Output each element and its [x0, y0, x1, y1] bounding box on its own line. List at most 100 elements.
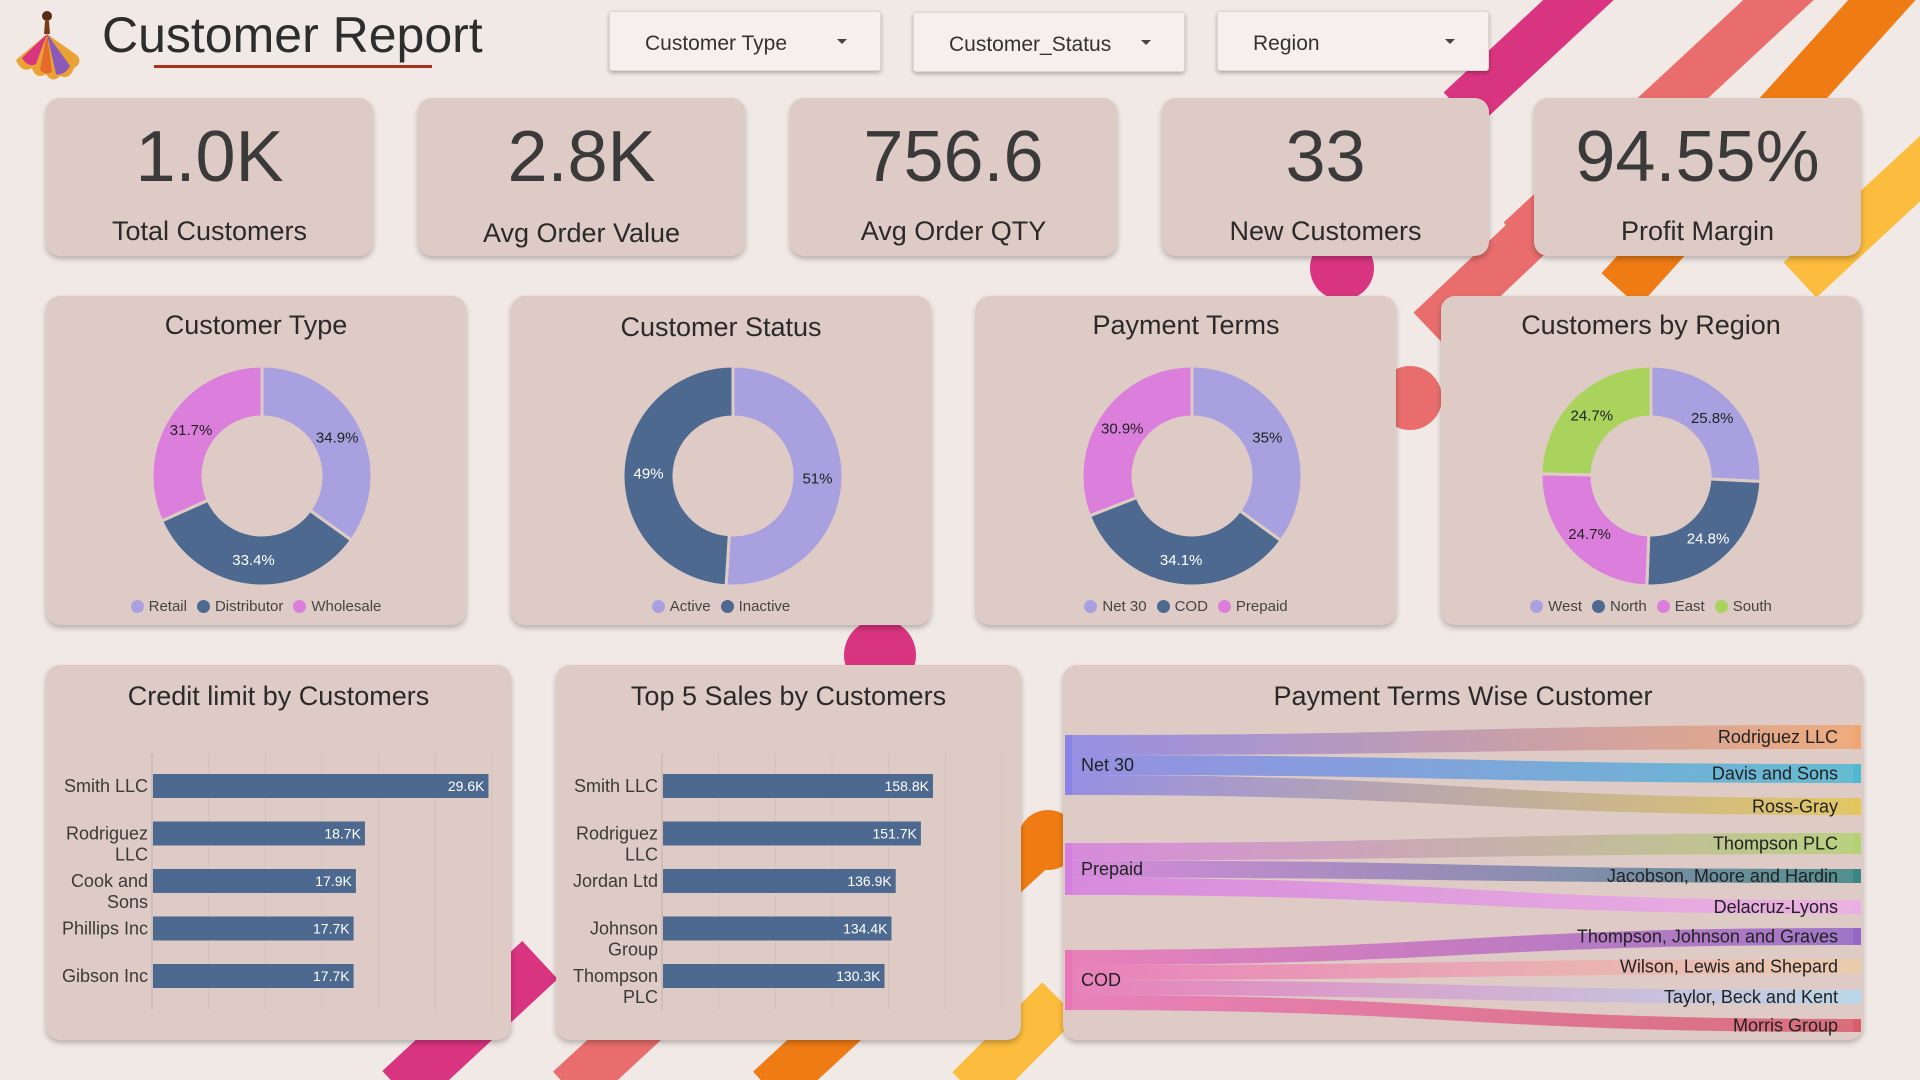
legend-item-south[interactable]: South [1714, 598, 1772, 615]
legend-marker [1084, 600, 1098, 613]
chart-legend: Retail Distributor Wholesale [46, 598, 466, 615]
sankey-node-delacruz-lyons[interactable] [1853, 900, 1861, 914]
donut-slice-wholesale[interactable] [150, 364, 264, 523]
legend-label: Prepaid [1235, 598, 1288, 615]
sankey-target-label: Thompson PLC [1713, 834, 1838, 854]
bar-value-label: 17.9K [315, 873, 352, 889]
category-label: Thompson [573, 966, 658, 986]
sankey-node-davis-and-sons[interactable] [1853, 764, 1861, 783]
kpi-label: New Customers [1229, 216, 1422, 246]
legend-marker [1156, 600, 1170, 613]
kpi-label: Profit Margin [1620, 216, 1775, 246]
legend-label: South [1732, 598, 1772, 615]
kpi-card-total-customers: 1.0K Total Customers [46, 98, 373, 256]
customer-status-slicer[interactable]: Customer_Status [913, 12, 1185, 72]
legend-item-inactive[interactable]: Inactive [720, 598, 791, 615]
sankey-node-thompson-plc[interactable] [1853, 833, 1861, 854]
sankey-node-morris-group[interactable] [1853, 1019, 1861, 1032]
sankey-target-label: Taylor, Beck and Kent [1664, 987, 1838, 1007]
category-label: Cook and [71, 871, 148, 891]
kpi-label: Avg Order QTY [860, 216, 1047, 246]
legend-item-west[interactable]: West [1530, 598, 1582, 615]
top-sales-chart: Top 5 Sales by Customers 158.8K Smith LLC… [556, 665, 1021, 1040]
kpi-card-avg-order-value: 2.8K Avg Order Value [418, 98, 745, 256]
category-label: Rodriguez [576, 824, 658, 844]
legend-item-prepaid[interactable]: Prepaid [1217, 598, 1288, 615]
slice-label: 51% [802, 471, 832, 488]
sankey-node-cod[interactable] [1065, 950, 1072, 1010]
slice-label: 35% [1252, 430, 1282, 447]
legend-marker [196, 600, 210, 613]
legend-item-wholesale[interactable]: Wholesale [293, 598, 381, 615]
bar-chart-svg: 29.6K Smith LLC 18.7K RodriguezLLC 17.9K Cook… [62, 753, 493, 1010]
sankey-svg: Rodriguez LLC Davis and Sons Ross-Gray Thom… [1065, 725, 1861, 1036]
kpi-value: 2.8K [507, 117, 656, 197]
payment-terms-chart: Payment Terms 35% 34.1% 30.9% Net 30 COD Prep… [976, 296, 1396, 625]
slicer-label: Customer Type [645, 32, 788, 55]
sankey-node-taylor-beck-and-kent[interactable] [1853, 990, 1861, 1004]
legend-item-north[interactable]: North [1592, 598, 1647, 615]
sankey-source-label: Net 30 [1081, 755, 1134, 775]
category-label: Jordan Ltd [573, 871, 658, 891]
title-underline [154, 65, 432, 68]
legend-label: East [1674, 598, 1705, 615]
bar-value-label: 151.7K [873, 826, 918, 842]
sankey-target-label: Ross-Gray [1752, 797, 1838, 817]
donut-slice-prepaid[interactable] [1080, 364, 1194, 518]
chart-legend: Active Inactive [511, 598, 931, 615]
sankey-target-label: Delacruz-Lyons [1714, 897, 1838, 917]
legend-label: Inactive [738, 598, 791, 615]
sankey-node-prepaid[interactable] [1065, 843, 1072, 895]
category-label: Smith LLC [574, 776, 658, 796]
sankey-node-thompson-johnson-and-graves[interactable] [1853, 928, 1861, 945]
category-label: LLC [625, 845, 658, 865]
legend-label: Retail [148, 598, 187, 615]
kpi-card-avg-order-qty: 756.6 Avg Order QTY [790, 98, 1117, 256]
donut-svg: 35% 34.1% 30.9% [1080, 364, 1304, 588]
slice-label: 34.1% [1160, 552, 1203, 569]
slice-label: 24.8% [1687, 530, 1730, 547]
legend-label: Net 30 [1102, 598, 1147, 615]
chart-legend: West North East South [1441, 598, 1861, 615]
payment-terms-wise-customer-chart: Payment Terms Wise Customer Rodriguez LL… [1063, 665, 1863, 1040]
sankey-source-label: COD [1081, 970, 1121, 990]
kpi-card-new-customers: 33 New Customers [1162, 98, 1489, 256]
credit-limit-chart: Credit limit by Customers 29.6K Smith LLC… [46, 665, 511, 1040]
bar-value-label: 29.6K [448, 778, 485, 794]
slice-label: 34.9% [316, 429, 359, 446]
sankey-target-label: Rodriguez LLC [1718, 727, 1838, 747]
bar-chart-svg: 158.8K Smith LLC 151.7K RodriguezLLC 136.9K J… [573, 753, 1003, 1010]
legend-marker [1656, 600, 1670, 613]
legend-item-distributor[interactable]: Distributor [196, 598, 283, 615]
legend-label: COD [1174, 598, 1208, 615]
sankey-node-jacobson-moore-and-hardin[interactable] [1853, 869, 1861, 883]
slice-label: 24.7% [1568, 526, 1611, 543]
region-slicer[interactable]: Region [1217, 11, 1489, 71]
legend-label: West [1548, 598, 1582, 615]
sankey-node-ross-gray[interactable] [1853, 798, 1861, 815]
logo-icon [16, 11, 80, 80]
customers-by-region-chart: Customers by Region 25.8% 24.8% 24.7% 24.7%… [1441, 296, 1861, 625]
customer-type-slicer[interactable]: Customer Type [609, 11, 881, 71]
category-label: Sons [107, 892, 148, 912]
legend-item-retail[interactable]: Retail [130, 598, 187, 615]
legend-marker [1714, 600, 1728, 613]
sankey-target-label: Jacobson, Moore and Hardin [1607, 866, 1838, 886]
customer-type-chart: Customer Type 34.9% 33.4% 31.7% Retail Distr… [46, 296, 466, 625]
sankey-node-wilson-lewis-and-shepard[interactable] [1853, 959, 1861, 974]
legend-marker [1217, 600, 1231, 613]
legend-item-east[interactable]: East [1656, 598, 1705, 615]
legend-marker [293, 600, 307, 613]
legend-item-net-30[interactable]: Net 30 [1084, 598, 1147, 615]
sankey-node-rodriguez-llc[interactable] [1853, 725, 1861, 749]
sankey-node-net-30[interactable] [1065, 735, 1072, 795]
slice-label: 24.7% [1571, 408, 1614, 425]
legend-item-active[interactable]: Active [651, 598, 711, 615]
legend-marker [1530, 600, 1544, 613]
slice-label: 31.7% [170, 422, 213, 439]
bar-value-label: 17.7K [313, 921, 350, 937]
donut-svg: 51% 49% [621, 364, 845, 588]
legend-item-cod[interactable]: COD [1156, 598, 1208, 615]
category-label: Smith LLC [64, 776, 148, 796]
bar-smith-llc[interactable] [153, 774, 489, 798]
